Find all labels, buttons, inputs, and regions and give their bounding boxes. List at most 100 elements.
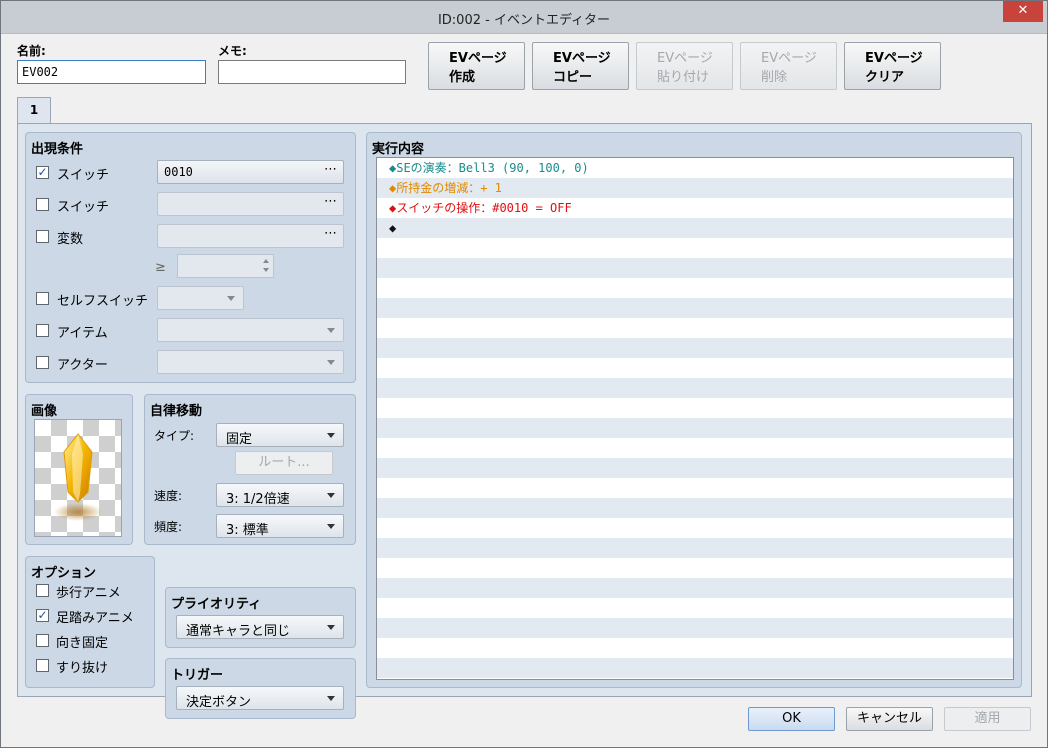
empty-command-row[interactable] — [377, 238, 1013, 258]
close-button[interactable]: ✕ — [1003, 1, 1043, 22]
through-label: すり抜け — [56, 661, 109, 676]
item-select[interactable] — [157, 318, 344, 342]
trigger-select[interactable]: 決定ボタン — [176, 686, 344, 710]
ellipsis-icon: ⋯ — [324, 194, 337, 209]
trigger-value: 決定ボタン — [186, 695, 252, 710]
command-text: ◆SEの演奏：Bell3 (90, 100, 0) — [389, 161, 589, 175]
chevron-down-icon — [327, 493, 335, 498]
command-text: ◆所持金の増減：+ 1 — [389, 181, 502, 195]
priority-title: プライオリティ — [171, 597, 262, 612]
empty-command-row[interactable] — [377, 378, 1013, 398]
empty-command-row[interactable] — [377, 518, 1013, 538]
empty-command-row[interactable] — [377, 498, 1013, 518]
spin-down-icon[interactable] — [263, 268, 269, 272]
move-type-value: 固定 — [226, 432, 253, 447]
frequency-label: 頻度: — [154, 520, 183, 534]
window-title: ID:002 - イベントエディター — [437, 13, 611, 28]
memo-input[interactable] — [218, 60, 406, 84]
delete-page-button[interactable]: EVページ 削除 — [740, 42, 837, 90]
check-icon: ✓ — [37, 608, 48, 622]
switch1-checkbox[interactable]: ✓ — [36, 166, 49, 179]
frequency-select[interactable]: 3: 標準 — [216, 514, 344, 538]
chevron-down-icon — [327, 696, 335, 701]
item-checkbox[interactable] — [36, 324, 49, 337]
variable-value-spinner[interactable] — [177, 254, 274, 278]
walking-anim-checkbox[interactable] — [36, 584, 49, 597]
new-page-line2: 作成 — [449, 70, 476, 85]
actor-checkbox[interactable] — [36, 356, 49, 369]
empty-command-row[interactable] — [377, 478, 1013, 498]
variable-field[interactable]: ⋯ — [157, 224, 344, 248]
ellipsis-icon: ⋯ — [324, 162, 337, 177]
self-switch-label: セルフスイッチ — [57, 294, 149, 309]
tab-page-1[interactable]: 1 — [17, 97, 51, 124]
empty-command-row[interactable] — [377, 258, 1013, 278]
priority-panel: プライオリティ 通常キャラと同じ — [165, 587, 356, 648]
empty-command-row[interactable] — [377, 338, 1013, 358]
name-input[interactable]: EV002 — [17, 60, 206, 84]
clear-page-button[interactable]: EVページ クリア — [844, 42, 941, 90]
contents-panel: 実行内容 ◆SEの演奏：Bell3 (90, 100, 0) ◆所持金の増減：+… — [366, 132, 1022, 688]
empty-command-row[interactable] — [377, 458, 1013, 478]
route-button[interactable]: ルート... — [235, 451, 333, 475]
empty-command-row[interactable] — [377, 618, 1013, 638]
options-title: オプション — [31, 566, 97, 581]
empty-command-row[interactable] — [377, 558, 1013, 578]
actor-select[interactable] — [157, 350, 344, 374]
frequency-value: 3: 標準 — [226, 523, 269, 538]
copy-page-button[interactable]: EVページ コピー — [532, 42, 629, 90]
through-checkbox[interactable] — [36, 659, 49, 672]
move-type-label: タイプ: — [154, 429, 195, 443]
check-icon: ✓ — [37, 165, 48, 179]
self-switch-select[interactable] — [157, 286, 244, 310]
empty-command-row[interactable] — [377, 638, 1013, 658]
direction-fix-checkbox[interactable] — [36, 634, 49, 647]
event-image-preview[interactable] — [34, 419, 122, 537]
empty-command-row[interactable] — [377, 598, 1013, 618]
move-type-select[interactable]: 固定 — [216, 423, 344, 447]
switch2-checkbox[interactable] — [36, 198, 49, 211]
apply-button[interactable]: 適用 — [944, 707, 1031, 731]
variable-checkbox[interactable] — [36, 230, 49, 243]
empty-command-row[interactable] — [377, 418, 1013, 438]
empty-command-row[interactable] — [377, 658, 1013, 678]
variable-operator: ≥ — [155, 260, 166, 275]
event-editor-window: ID:002 - イベントエディター ✕ 名前: EV002 メモ: EVページ… — [0, 0, 1048, 748]
empty-command-row[interactable] — [377, 398, 1013, 418]
command-line[interactable]: ◆SEの演奏：Bell3 (90, 100, 0) — [377, 158, 1013, 178]
chevron-down-icon — [327, 524, 335, 529]
empty-command-row[interactable] — [377, 538, 1013, 558]
clear-page-line2: クリア — [865, 70, 905, 85]
direction-fix-label: 向き固定 — [56, 636, 109, 651]
empty-command-row[interactable] — [377, 438, 1013, 458]
command-text: ◆ — [389, 221, 397, 235]
priority-select[interactable]: 通常キャラと同じ — [176, 615, 344, 639]
switch1-field[interactable]: 0010 ⋯ — [157, 160, 344, 184]
empty-command-row[interactable] — [377, 298, 1013, 318]
command-line[interactable]: ◆ — [377, 218, 1013, 238]
empty-command-row[interactable] — [377, 318, 1013, 338]
ok-button[interactable]: OK — [748, 707, 835, 731]
paste-page-button[interactable]: EVページ 貼り付け — [636, 42, 733, 90]
stepping-anim-checkbox[interactable]: ✓ — [36, 609, 49, 622]
command-text: ◆スイッチの操作：#0010 = OFF — [389, 201, 572, 215]
contents-title: 実行内容 — [372, 142, 425, 157]
command-list[interactable]: ◆SEの演奏：Bell3 (90, 100, 0) ◆所持金の増減：+ 1 ◆ス… — [376, 157, 1014, 680]
new-page-button[interactable]: EVページ作成 — [428, 42, 525, 90]
spin-up-icon[interactable] — [263, 259, 269, 263]
command-line[interactable]: ◆スイッチの操作：#0010 = OFF — [377, 198, 1013, 218]
cancel-button[interactable]: キャンセル — [846, 707, 933, 731]
command-line[interactable]: ◆所持金の増減：+ 1 — [377, 178, 1013, 198]
chevron-down-icon — [327, 360, 335, 365]
copy-page-line1: EVページ — [553, 51, 611, 66]
switch2-field[interactable]: ⋯ — [157, 192, 344, 216]
new-page-line1: EVページ — [449, 51, 507, 66]
empty-command-row[interactable] — [377, 278, 1013, 298]
speed-select[interactable]: 3: 1/2倍速 — [216, 483, 344, 507]
image-title: 画像 — [31, 404, 58, 419]
paste-page-line1: EVページ — [657, 51, 713, 66]
walking-anim-label: 歩行アニメ — [56, 586, 121, 601]
self-switch-checkbox[interactable] — [36, 292, 49, 305]
empty-command-row[interactable] — [377, 578, 1013, 598]
empty-command-row[interactable] — [377, 358, 1013, 378]
